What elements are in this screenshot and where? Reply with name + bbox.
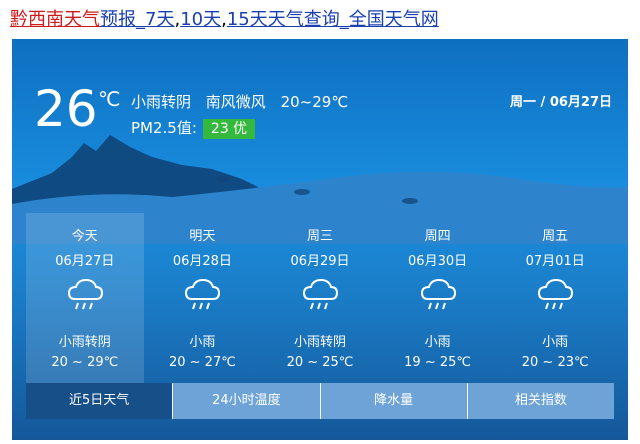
forecast-day-fri[interactable]: 周五 07月01日 小雨 20 ~ 23℃ (496, 213, 614, 383)
tab-precipitation[interactable]: 降水量 (320, 383, 468, 419)
current-condition-row: 小雨转阴 南风微风 20~29℃ (131, 91, 358, 112)
forecast-panel: 今天 06月27日 小雨转阴 20 ~ 29℃ 明天 06月28日 小雨 20 … (26, 213, 614, 383)
page-title: 黔西南天气预报_7天,10天,15天天气查询_全国天气网 (10, 6, 439, 34)
day-range: 20 ~ 27℃ (168, 355, 236, 370)
weather-card: 26 ℃ 小雨转阴 南风微风 20~29℃ PM2.5值: 23 优 周一 / 0… (12, 39, 628, 440)
day-date: 06月28日 (172, 254, 232, 269)
light-rain-icon (302, 278, 338, 310)
light-rain-icon (420, 278, 456, 310)
pm25-label: PM2.5值: (131, 119, 197, 137)
forecast-10day-link[interactable]: 10天 (180, 9, 221, 30)
forecast-7day-link[interactable]: 预报_7天 (100, 9, 174, 30)
light-rain-icon (67, 278, 103, 310)
day-range: 19 ~ 25℃ (404, 355, 471, 370)
light-rain-icon (185, 278, 221, 310)
forecast-tabs: 近5日天气 24小时温度 降水量 相关指数 (26, 383, 614, 419)
light-rain-icon (538, 278, 574, 310)
pm25-badge: 23 优 (202, 119, 256, 139)
day-range: 20 ~ 29℃ (51, 355, 119, 370)
current-range: 20~29℃ (280, 93, 349, 111)
forecast-day-tomorrow[interactable]: 明天 06月28日 小雨 20 ~ 27℃ (144, 213, 262, 383)
tab-5day[interactable]: 近5日天气 (26, 383, 174, 419)
day-condition: 小雨 (424, 335, 451, 350)
day-condition: 小雨 (542, 335, 569, 350)
day-date: 06月27日 (55, 254, 115, 269)
forecast-15day-link[interactable]: 15天天气查询_全国天气网 (227, 9, 439, 30)
current-temperature: 26 (34, 80, 98, 138)
location-link[interactable]: 黔西南天气 (10, 9, 100, 30)
forecast-day-today[interactable]: 今天 06月27日 小雨转阴 20 ~ 29℃ (26, 213, 144, 383)
day-range: 20 ~ 25℃ (286, 355, 354, 370)
current-condition: 小雨转阴 (131, 93, 192, 111)
current-wind: 南风微风 (205, 93, 266, 111)
current-date: 周一 / 06月27日 (510, 95, 612, 110)
temperature-unit: ℃ (98, 87, 121, 111)
day-date: 07月01日 (525, 254, 585, 269)
day-week: 周三 (306, 229, 333, 244)
day-week: 周四 (424, 229, 451, 244)
tab-indices[interactable]: 相关指数 (467, 383, 614, 419)
day-week: 周五 (542, 229, 569, 244)
forecast-day-thu[interactable]: 周四 06月30日 小雨 19 ~ 25℃ (379, 213, 497, 383)
day-condition: 小雨 (189, 335, 216, 350)
day-condition: 小雨转阴 (293, 335, 346, 350)
day-condition: 小雨转阴 (58, 335, 111, 350)
tab-24h-temperature[interactable]: 24小时温度 (173, 383, 321, 419)
day-week: 今天 (71, 229, 98, 244)
day-date: 06月29日 (290, 254, 350, 269)
day-date: 06月30日 (408, 254, 468, 269)
day-range: 20 ~ 23℃ (521, 355, 589, 370)
day-week: 明天 (189, 229, 216, 244)
pm25-row: PM2.5值: 23 优 (131, 117, 256, 139)
forecast-day-wed[interactable]: 周三 06月29日 小雨转阴 20 ~ 25℃ (261, 213, 379, 383)
